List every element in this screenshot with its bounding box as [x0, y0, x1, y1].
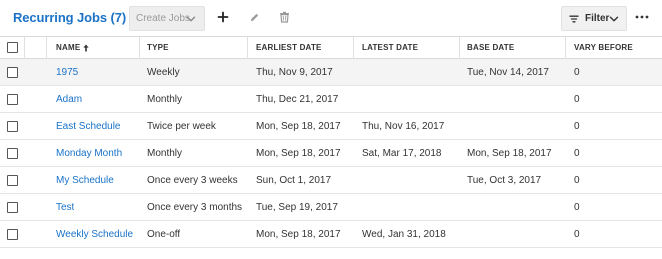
earliest-date: Thu, Dec 21, 2017 — [256, 93, 339, 105]
earliest-date: Thu, Nov 9, 2017 — [256, 66, 333, 78]
vary-before: 0 — [574, 147, 580, 159]
edit-job-button[interactable] — [247, 10, 261, 24]
recurring-jobs-title-dropdown[interactable]: Recurring Jobs (7) — [13, 10, 144, 25]
chevron-down-icon — [186, 16, 196, 22]
more-horizontal-icon — [635, 15, 649, 19]
table-row[interactable]: Monday Month Monthly Mon, Sep 18, 2017 S… — [0, 140, 662, 167]
filter-icon — [569, 15, 579, 22]
column-header-base-date-label: BASE DATE — [467, 43, 515, 52]
pencil-icon — [250, 13, 258, 21]
column-header-name[interactable]: NAME — [56, 37, 89, 58]
row-checkbox[interactable] — [7, 67, 18, 78]
job-name-link[interactable]: Test — [56, 202, 74, 213]
vary-before: 0 — [574, 228, 580, 240]
earliest-date: Tue, Sep 19, 2017 — [256, 201, 338, 213]
table-row[interactable]: Weekly Schedule One-off Mon, Sep 18, 201… — [0, 221, 662, 248]
base-date: Mon, Sep 18, 2017 — [467, 147, 552, 159]
job-name-link[interactable]: East Schedule — [56, 121, 121, 132]
column-header-earliest-date-label: EARLIEST DATE — [256, 43, 322, 52]
column-header-name-label: NAME — [56, 43, 81, 52]
base-date: Tue, Nov 14, 2017 — [467, 66, 549, 78]
job-type: Twice per week — [147, 120, 216, 132]
vary-before: 0 — [574, 174, 580, 186]
job-type: Weekly — [147, 66, 180, 78]
add-job-button[interactable] — [216, 10, 230, 24]
create-jobs-button[interactable]: Create Jobs — [129, 6, 205, 31]
latest-date: Thu, Nov 16, 2017 — [362, 120, 445, 132]
row-checkbox[interactable] — [7, 175, 18, 186]
latest-date: Wed, Jan 31, 2018 — [362, 228, 446, 240]
column-header-base-date[interactable]: BASE DATE — [467, 37, 514, 58]
job-name-link[interactable]: Weekly Schedule — [56, 229, 133, 240]
table-row[interactable]: Test Once every 3 months Tue, Sep 19, 20… — [0, 194, 662, 221]
plus-icon — [217, 11, 229, 23]
base-date: Tue, Oct 3, 2017 — [467, 174, 542, 186]
earliest-date: Mon, Sep 18, 2017 — [256, 147, 341, 159]
job-type: Once every 3 months — [147, 201, 243, 213]
earliest-date: Mon, Sep 18, 2017 — [256, 228, 341, 240]
select-all-checkbox[interactable] — [7, 42, 18, 53]
row-checkbox[interactable] — [7, 148, 18, 159]
column-header-type-label: TYPE — [147, 43, 169, 52]
column-header-earliest-date[interactable]: EARLIEST DATE — [256, 37, 322, 58]
filter-label: Filter — [585, 13, 610, 24]
column-header-latest-date-label: LATEST DATE — [362, 43, 419, 52]
job-name-link[interactable]: Monday Month — [56, 148, 122, 159]
page-title: Recurring Jobs (7) — [13, 10, 127, 25]
table-row[interactable]: My Schedule Once every 3 weeks Sun, Oct … — [0, 167, 662, 194]
earliest-date: Mon, Sep 18, 2017 — [256, 120, 341, 132]
table-header-row: NAME TYPE EARLIEST DATE LATEST DATE BASE… — [0, 37, 662, 59]
row-checkbox[interactable] — [7, 202, 18, 213]
vary-before: 0 — [574, 93, 580, 105]
trash-icon — [279, 11, 289, 23]
vary-before: 0 — [574, 120, 580, 132]
earliest-date: Sun, Oct 1, 2017 — [256, 174, 332, 186]
job-name-link[interactable]: My Schedule — [56, 175, 114, 186]
more-options-button[interactable] — [633, 10, 651, 24]
job-type: Monthly — [147, 147, 183, 159]
vary-before: 0 — [574, 201, 580, 213]
delete-job-button[interactable] — [277, 10, 291, 24]
row-checkbox[interactable] — [7, 94, 18, 105]
job-name-link[interactable]: Adam — [56, 94, 82, 105]
table-row[interactable]: 1975 Weekly Thu, Nov 9, 2017 Tue, Nov 14… — [0, 59, 662, 86]
job-type: One-off — [147, 228, 181, 240]
column-header-latest-date[interactable]: LATEST DATE — [362, 37, 418, 58]
table-row[interactable]: East Schedule Twice per week Mon, Sep 18… — [0, 113, 662, 140]
job-type: Once every 3 weeks — [147, 174, 238, 186]
latest-date: Sat, Mar 17, 2018 — [362, 147, 442, 159]
row-checkbox[interactable] — [7, 229, 18, 240]
row-checkbox[interactable] — [7, 121, 18, 132]
vary-before: 0 — [574, 66, 580, 78]
table-row[interactable]: Adam Monthly Thu, Dec 21, 2017 0 — [0, 86, 662, 113]
toolbar: Recurring Jobs (7) Create Jobs Filter — [0, 0, 662, 36]
filter-button[interactable]: Filter — [561, 6, 627, 31]
column-header-vary-before-label: VARY BEFORE — [574, 43, 633, 52]
create-jobs-label: Create Jobs — [136, 13, 190, 24]
recurring-jobs-table: NAME TYPE EARLIEST DATE LATEST DATE BASE… — [0, 36, 662, 248]
arrow-up-icon — [83, 44, 89, 51]
column-header-vary-before[interactable]: VARY BEFORE — [574, 37, 633, 58]
job-type: Monthly — [147, 93, 183, 105]
job-name-link[interactable]: 1975 — [56, 67, 78, 78]
column-header-type[interactable]: TYPE — [147, 37, 169, 58]
chevron-down-icon — [609, 16, 619, 22]
